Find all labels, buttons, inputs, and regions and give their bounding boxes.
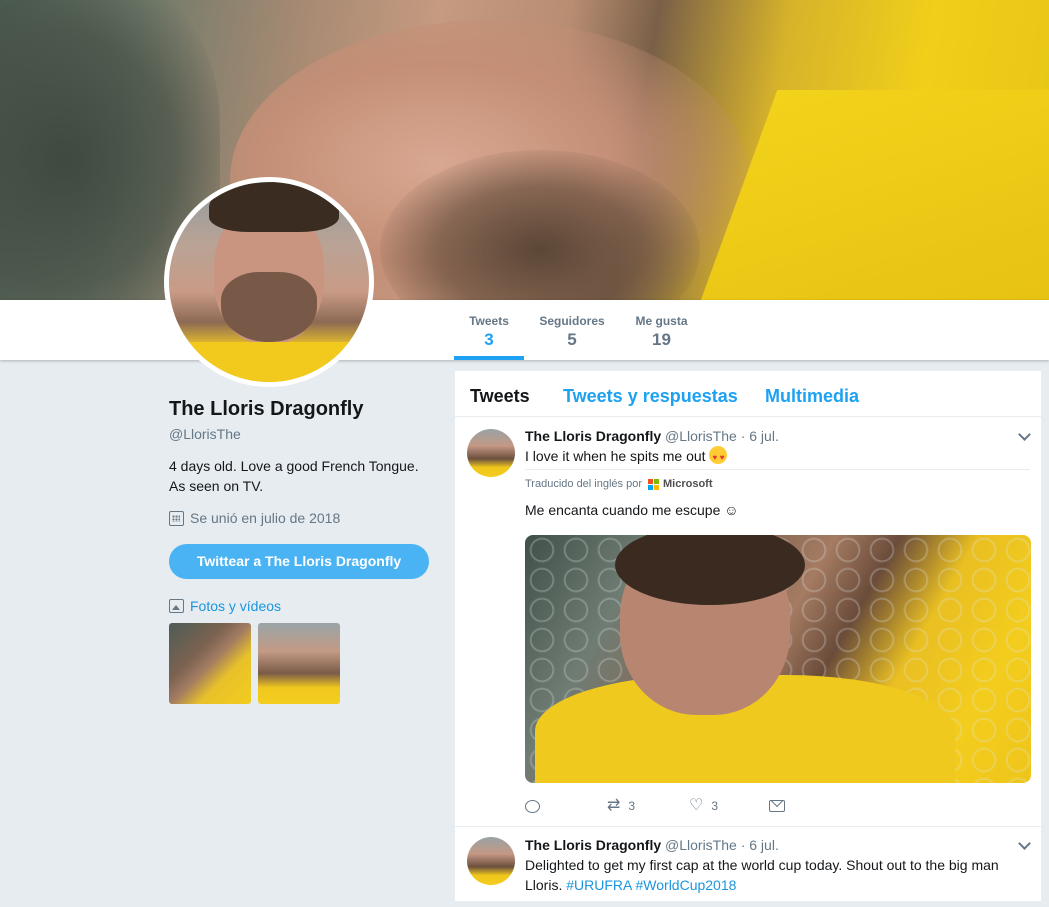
profile-nav: Tweets 3 Seguidores 5 Me gusta 19 bbox=[0, 300, 1049, 360]
profile-banner bbox=[0, 0, 1049, 300]
nav-tweets[interactable]: Tweets 3 bbox=[454, 300, 524, 360]
tweet-avatar[interactable] bbox=[467, 429, 515, 477]
nav-likes[interactable]: Me gusta 19 bbox=[630, 300, 693, 360]
tweet-header: The Lloris Dragonfly @LlorisThe · 6 jul. bbox=[525, 428, 779, 444]
tweet[interactable]: The Lloris Dragonfly @LlorisThe · 6 jul.… bbox=[455, 417, 1041, 827]
tweet-author-name[interactable]: The Lloris Dragonfly bbox=[525, 837, 661, 853]
heart-eyes-emoji-icon bbox=[709, 446, 728, 468]
tweet-actions: ⇄ 3 ♡ 3 bbox=[525, 798, 785, 814]
tweet-translation: Me encanta cuando me escupe ☺ bbox=[525, 502, 739, 518]
tweet-text: I love it when he spits me out bbox=[525, 446, 728, 468]
timeline: Tweets Tweets y respuestas Multimedia Th… bbox=[455, 371, 1041, 901]
direct-message-button[interactable] bbox=[769, 800, 785, 812]
heart-icon: ♡ bbox=[689, 797, 704, 814]
tab-tweets[interactable]: Tweets bbox=[470, 386, 530, 407]
divider bbox=[525, 469, 1030, 470]
tab-tweets-replies[interactable]: Tweets y respuestas bbox=[563, 386, 738, 407]
tweet-avatar[interactable] bbox=[467, 837, 515, 885]
tweet-author-handle[interactable]: @LlorisThe bbox=[665, 428, 737, 444]
photo-thumbnail[interactable] bbox=[169, 623, 251, 704]
chevron-down-icon[interactable] bbox=[1018, 837, 1031, 850]
retweet-count: 3 bbox=[628, 799, 636, 813]
tweet-date[interactable]: · 6 jul. bbox=[741, 428, 779, 444]
tab-media[interactable]: Multimedia bbox=[765, 386, 859, 407]
translation-attribution: Traducido del inglés por Microsoft bbox=[525, 478, 713, 490]
nav-followers[interactable]: Seguidores 5 bbox=[535, 300, 609, 360]
tweet-media[interactable] bbox=[525, 535, 1031, 783]
profile-avatar[interactable] bbox=[164, 177, 374, 387]
like-count: 3 bbox=[711, 799, 719, 813]
microsoft-logo-icon bbox=[648, 478, 659, 490]
profile-bio: 4 days old. Love a good French Tongue. A… bbox=[169, 458, 419, 494]
retweet-icon: ⇄ bbox=[607, 797, 621, 814]
profile-name[interactable]: The Lloris Dragonfly bbox=[169, 398, 363, 421]
image-icon bbox=[169, 599, 184, 613]
photo-thumbnail[interactable] bbox=[258, 623, 340, 704]
reply-icon bbox=[525, 799, 540, 813]
timeline-tabs: Tweets Tweets y respuestas Multimedia bbox=[455, 371, 1041, 417]
hashtag-link[interactable]: #URUFRA bbox=[566, 877, 631, 893]
reply-button[interactable] bbox=[525, 799, 607, 813]
like-button[interactable]: ♡ 3 bbox=[689, 798, 769, 814]
chevron-down-icon[interactable] bbox=[1018, 428, 1031, 441]
tweet-author-name[interactable]: The Lloris Dragonfly bbox=[525, 428, 661, 444]
retweet-button[interactable]: ⇄ 3 bbox=[607, 798, 689, 814]
photos-videos-link[interactable]: Fotos y vídeos bbox=[169, 598, 281, 614]
tweet-text: Delighted to get my first cap at the wor… bbox=[525, 857, 999, 893]
tweet-date[interactable]: · 6 jul. bbox=[741, 837, 779, 853]
tweet[interactable]: The Lloris Dragonfly @LlorisThe · 6 jul.… bbox=[455, 827, 1041, 907]
profile-handle[interactable]: @LlorisThe bbox=[169, 426, 241, 442]
hashtag-link[interactable]: #WorldCup2018 bbox=[636, 877, 737, 893]
envelope-icon bbox=[769, 800, 785, 812]
calendar-icon bbox=[169, 510, 184, 526]
tweet-header: The Lloris Dragonfly @LlorisThe · 6 jul. bbox=[525, 837, 779, 853]
tweet-author-handle[interactable]: @LlorisThe bbox=[665, 837, 737, 853]
joined-date: Se unió en julio de 2018 bbox=[169, 510, 340, 526]
tweet-to-button[interactable]: Twittear a The Lloris Dragonfly bbox=[169, 544, 429, 579]
